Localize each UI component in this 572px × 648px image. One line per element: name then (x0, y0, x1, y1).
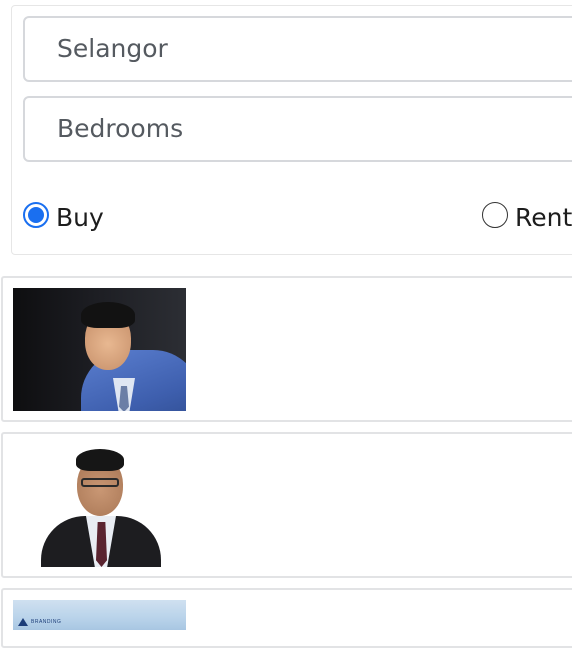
agent-card[interactable] (1, 432, 572, 578)
listing-type-radio-group: Buy Rent (23, 194, 572, 234)
radio-rent-indicator[interactable] (482, 202, 508, 228)
location-select[interactable]: Selangor (23, 16, 572, 82)
agent-card[interactable] (1, 276, 572, 422)
photo-detail (81, 302, 135, 328)
company-logo-text: BRANDING (31, 619, 62, 625)
agent-photo[interactable]: BRANDING (13, 600, 186, 630)
radio-rent-label: Rent (515, 203, 572, 232)
radio-buy-label: Buy (56, 203, 104, 232)
agent-photo[interactable] (13, 444, 186, 567)
photo-detail (96, 522, 107, 567)
radio-buy[interactable]: Buy (23, 194, 104, 236)
bedrooms-select[interactable]: Bedrooms (23, 96, 572, 162)
agent-card[interactable]: BRANDING (1, 588, 572, 648)
agent-photo[interactable] (13, 288, 186, 411)
radio-rent[interactable]: Rent (482, 194, 572, 236)
photo-detail (81, 478, 119, 487)
radio-buy-indicator[interactable] (23, 202, 49, 228)
photo-detail (76, 449, 124, 471)
